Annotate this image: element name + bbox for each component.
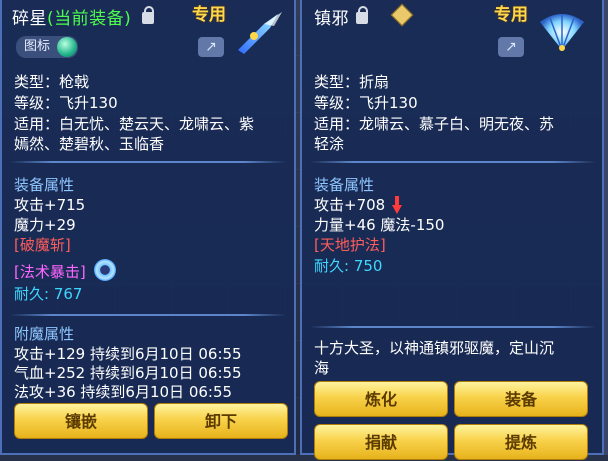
enchant-line: 气血+252 持续到6月10日 06:55	[14, 364, 242, 382]
durability-label: 耐久:	[314, 257, 350, 275]
icon-toggle-label: 图标	[24, 39, 51, 54]
spear-icon	[238, 12, 282, 54]
durability-value: 750	[353, 257, 383, 275]
item-title: 镇邪	[314, 4, 349, 29]
enchant-line: 攻击+129 持续到6月10日 06:55	[14, 345, 242, 363]
inlay-button[interactable]: 镶嵌	[14, 403, 148, 439]
durability-label: 耐久:	[14, 285, 50, 303]
attr-header: 装备属性	[14, 176, 75, 194]
attr-header: 装备属性	[314, 176, 375, 194]
skill-pomozhan[interactable]: [破魔斩]	[14, 235, 71, 255]
durability-value: 767	[53, 285, 83, 303]
icon-toggle-button[interactable]: 图标	[16, 36, 79, 58]
gem-icon	[57, 37, 78, 57]
equip-button[interactable]: 装备	[454, 381, 588, 417]
skill-spell-crit[interactable]: [法术暴击]	[14, 262, 86, 282]
side-strip	[604, 0, 608, 455]
exclusive-label: 专用	[494, 5, 528, 25]
item-suitable-line1: 适用：白无忧、楚云天、龙啸云、紫	[14, 115, 255, 133]
share-icon[interactable]: ↗	[498, 37, 524, 57]
attack-stat: 攻击+708	[314, 196, 386, 214]
lock-icon[interactable]	[142, 6, 154, 24]
item-title: 碎星(当前装备)	[12, 4, 131, 29]
item-level: 等级：飞升130	[14, 94, 118, 112]
item-description-line2: 海	[314, 359, 330, 377]
lock-icon[interactable]	[356, 6, 368, 24]
enchant-line: 法攻+36 持续到6月10日 06:55	[14, 383, 233, 401]
divider	[10, 314, 286, 316]
attack-stat: 攻击+715	[14, 196, 86, 214]
share-icon[interactable]: ↗	[198, 37, 224, 57]
item-type: 类型：折扇	[314, 73, 390, 91]
item-suitable-line1: 适用：龙啸云、慕子白、明无夜、苏	[314, 115, 555, 133]
enchant-header: 附魔属性	[14, 325, 75, 343]
item-name: 镇邪	[314, 9, 349, 29]
magic-stat: 魔力+29	[14, 216, 76, 234]
divider	[10, 161, 286, 163]
unequip-button[interactable]: 卸下	[154, 403, 288, 439]
divider	[310, 326, 596, 328]
exclusive-label: 专用	[192, 5, 226, 25]
item-type: 类型：枪戟	[14, 73, 90, 91]
red-down-arrow-icon	[392, 196, 402, 214]
item-description-line1: 十方大圣，以神通镇邪驱魔，定山沉	[314, 339, 555, 357]
diamond-badge-icon[interactable]	[390, 3, 414, 27]
swirl-orb-icon	[94, 259, 116, 281]
compare-item-panel: 镇邪 专用 ↗ 类型：折扇 等级：飞升130 适用：龙啸云、慕子白、明无夜、苏 …	[300, 0, 604, 460]
item-suitable-line2: 轻涂	[314, 135, 345, 153]
refine-button[interactable]: 炼化	[314, 381, 448, 417]
item-suitable-line2: 嫣然、楚碧秋、玉临香	[14, 135, 165, 153]
item-level: 等级：飞升130	[314, 94, 418, 112]
fan-icon	[540, 14, 584, 51]
divider	[310, 161, 596, 163]
item-name: 碎星	[12, 9, 47, 29]
durability: 耐久: 767	[14, 284, 82, 304]
equipped-item-panel: 碎星(当前装备) 专用 图标 ↗ 类型：枪戟 等级：飞升130 适用：白无忧、楚…	[0, 0, 296, 455]
durability: 耐久: 750	[314, 256, 382, 276]
equipped-status: (当前装备)	[47, 9, 132, 29]
strength-magic-stat: 力量+46 魔法-150	[314, 216, 445, 234]
skill-tiandi-hufa[interactable]: [天地护法]	[314, 235, 386, 255]
